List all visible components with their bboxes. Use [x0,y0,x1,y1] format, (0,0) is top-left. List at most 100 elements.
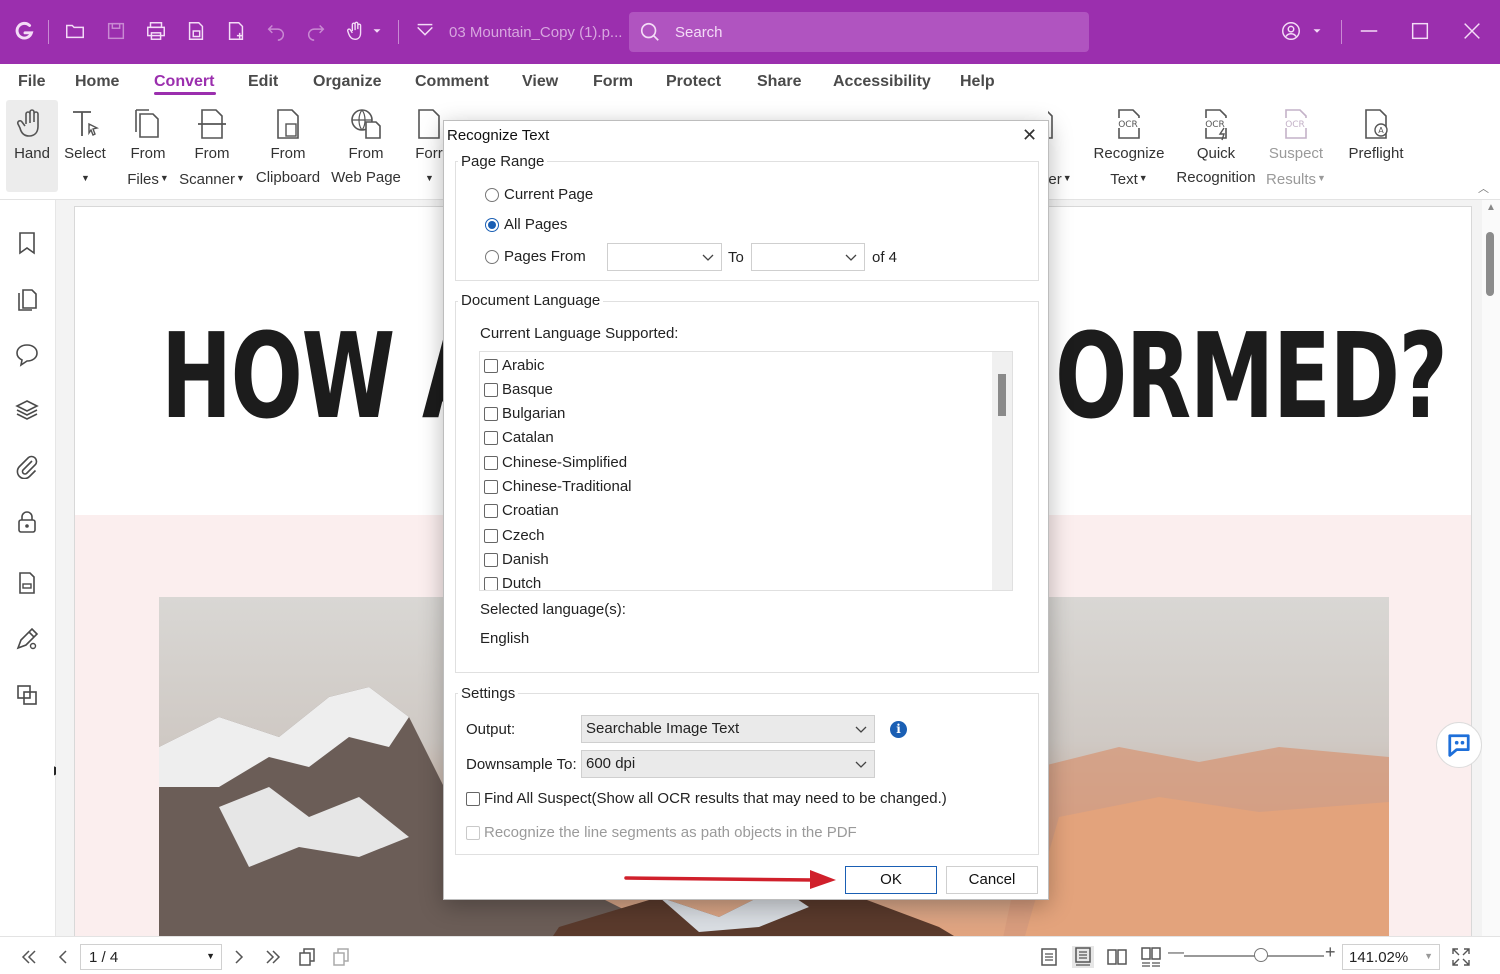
print-icon[interactable] [143,18,169,44]
language-list-scrollbar[interactable] [992,352,1012,590]
minimize-icon[interactable] [1356,18,1382,44]
collapse-ribbon-icon[interactable]: ︿ [1478,180,1489,196]
cancel-button[interactable]: Cancel [946,866,1038,894]
zoom-slider-handle[interactable] [1254,948,1268,962]
search-box[interactable]: Search [629,12,1089,52]
two-page-continuous-icon[interactable] [1140,946,1162,968]
partial-button[interactable]: er▼ [1048,100,1072,196]
language-scrollbar-thumb[interactable] [998,374,1006,416]
language-item[interactable]: Basque [484,381,553,398]
language-item[interactable]: Dutch [484,575,541,590]
undo-icon[interactable] [263,18,289,44]
maximize-icon[interactable] [1407,18,1433,44]
title-bar: 03 Mountain_Copy (1).p... Search [0,0,1500,64]
comments-icon[interactable] [14,341,40,367]
open-folder-icon[interactable] [62,18,88,44]
page-number-field[interactable]: 1 / 4 ▼ [80,944,222,970]
menu-view[interactable]: View [522,73,558,91]
search-input[interactable]: Search [675,24,723,41]
downsample-select[interactable]: 600 dpi [581,750,875,778]
layers-icon[interactable] [14,397,40,423]
previous-view-icon[interactable] [296,946,318,968]
redo-icon[interactable] [303,18,329,44]
language-item[interactable]: Bulgarian [484,405,565,422]
last-page-icon[interactable] [262,946,284,968]
security-lock-icon[interactable] [14,509,40,535]
language-item[interactable]: Arabic [484,357,545,374]
menu-share[interactable]: Share [757,73,801,91]
language-item[interactable]: Czech [484,527,545,544]
bookmark-icon[interactable] [14,230,40,256]
from-scanner-button[interactable]: From Scanner▼ [178,100,246,196]
zoom-level-field[interactable]: 141.02% ▼ [1342,944,1440,970]
two-page-view-icon[interactable] [1106,946,1128,968]
pages-from-combo[interactable] [607,243,722,271]
ai-assistant-icon[interactable] [1436,722,1482,768]
menu-home[interactable]: Home [75,73,119,91]
from-files-button[interactable]: From Files▼ [123,100,173,196]
single-page-view-icon[interactable] [1038,946,1060,968]
menu-convert[interactable]: Convert [154,73,214,91]
quick-recognition-button[interactable]: OCR Quick Recognition [1174,100,1258,196]
signature-icon[interactable] [14,626,40,652]
menu-accessibility[interactable]: Accessibility [833,73,931,91]
fullscreen-icon[interactable] [1450,946,1472,968]
attachment-icon[interactable] [14,453,40,480]
recognize-text-button[interactable]: OCR Recognize Text▼ [1092,100,1166,196]
language-item[interactable]: Catalan [484,429,554,446]
next-page-icon[interactable] [228,946,250,968]
form-partial-button[interactable]: Forr ▼ [412,100,446,196]
compare-icon[interactable] [14,682,40,708]
account-dropdown-icon[interactable] [1310,18,1324,44]
from-clipboard-button[interactable]: From Clipboard [254,100,322,196]
print-preview-icon[interactable] [183,18,209,44]
menu-file[interactable]: File [18,73,46,91]
document-scrollbar[interactable]: ▲ [1482,200,1500,936]
from-web-page-button[interactable]: From Web Page [330,100,402,196]
next-view-icon[interactable] [330,946,352,968]
zoom-out-icon[interactable]: — [1168,944,1184,962]
zoom-in-icon[interactable]: + [1325,942,1336,963]
customize-toolbar-icon[interactable] [412,18,438,44]
find-all-suspect-checkbox[interactable]: Find All Suspect(Show all OCR results th… [466,790,947,807]
pages-to-combo[interactable] [751,243,865,271]
pages-icon[interactable] [14,286,40,312]
info-icon[interactable]: i [890,721,907,738]
select-button[interactable]: Select ▼ [60,100,110,196]
output-select[interactable]: Searchable Image Text [581,715,875,743]
menu-organize[interactable]: Organize [313,73,381,91]
hand-button[interactable]: Hand [6,100,58,196]
close-window-icon[interactable] [1459,18,1485,44]
first-page-icon[interactable] [18,946,40,968]
zoom-dropdown-icon[interactable]: ▼ [1424,951,1433,961]
dialog-close-icon[interactable]: ✕ [1022,125,1037,146]
svg-text:OCR: OCR [1285,120,1305,130]
save-icon[interactable] [103,18,129,44]
menu-form[interactable]: Form [593,73,633,91]
new-document-icon[interactable] [223,18,249,44]
form-fields-icon[interactable] [14,570,40,596]
language-item[interactable]: Croatian [484,502,559,519]
language-item[interactable]: Chinese-Traditional [484,478,632,495]
hand-tool-icon[interactable] [343,18,369,44]
menu-comment[interactable]: Comment [415,73,489,91]
language-item[interactable]: Chinese-Simplified [484,454,627,471]
page-dropdown-icon[interactable]: ▼ [206,951,215,961]
menu-edit[interactable]: Edit [248,73,278,91]
current-page-radio[interactable]: Current Page [485,186,593,203]
menu-help[interactable]: Help [960,73,995,91]
ok-button[interactable]: OK [845,866,937,894]
to-label: To [728,249,744,266]
preflight-button[interactable]: A Preflight [1344,100,1408,196]
previous-page-icon[interactable] [52,946,74,968]
hand-tool-dropdown-icon[interactable] [370,18,384,44]
menu-protect[interactable]: Protect [666,73,721,91]
language-list[interactable]: Arabic Basque Bulgarian Catalan Chinese-… [479,351,1013,591]
language-item[interactable]: Danish [484,551,549,568]
account-icon[interactable] [1278,18,1304,44]
continuous-view-icon[interactable] [1072,946,1094,968]
scrollbar-thumb[interactable] [1486,232,1494,296]
suspect-results-button[interactable]: OCR Suspect Results▼ [1264,100,1328,196]
pages-from-radio[interactable]: Pages From [485,248,586,265]
all-pages-radio[interactable]: All Pages [485,216,567,233]
